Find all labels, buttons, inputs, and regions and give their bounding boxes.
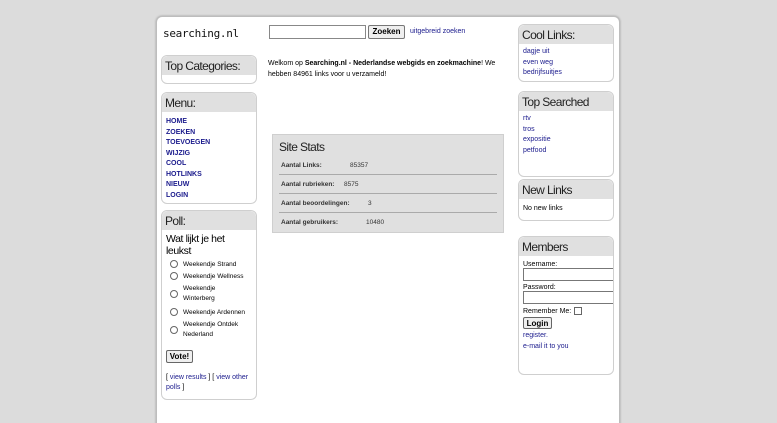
poll-option[interactable]: Weekendje Ontdek Nederland bbox=[162, 320, 256, 340]
members-links: register. e-mail it to you bbox=[519, 329, 613, 355]
cool-link[interactable]: dagje uit bbox=[523, 47, 609, 58]
stat-value: 10480 bbox=[366, 219, 385, 226]
poll-option-label: Weekendje Ontdek Nederland bbox=[183, 321, 239, 338]
members-box: Members Username: Password: Remember Me:… bbox=[518, 236, 614, 375]
remember-me-row: Remember Me: bbox=[519, 304, 613, 315]
radio-button[interactable] bbox=[170, 326, 178, 334]
menu-box: Menu: HOME ZOEKEN TOEVOEGEN WIJZIG COOL … bbox=[161, 92, 257, 204]
top-categories-title: Top Categories: bbox=[162, 56, 256, 75]
username-label: Username: bbox=[523, 261, 558, 268]
register-link[interactable]: register. bbox=[523, 331, 609, 342]
stat-value: 8575 bbox=[344, 181, 359, 188]
password-label: Password: bbox=[523, 284, 556, 291]
poll-option[interactable]: Weekendje Ardennen bbox=[162, 308, 256, 316]
remember-me-checkbox[interactable] bbox=[574, 307, 583, 315]
search-input[interactable] bbox=[269, 25, 366, 39]
stat-row: Aantal beoordelingen: 3 bbox=[279, 194, 497, 213]
top-searched-list: rtv tros expositie petfood bbox=[519, 111, 613, 159]
poll-title: Poll: bbox=[162, 211, 256, 230]
poll-question: Wat lijkt je het leukst bbox=[166, 233, 225, 257]
page-container: searching.nl Zoeken uitgebreid zoeken We… bbox=[156, 16, 620, 423]
stat-label: Aantal beoordelingen: bbox=[281, 200, 350, 207]
members-title: Members bbox=[519, 237, 613, 256]
cool-link[interactable]: bedrijfsuitjes bbox=[523, 68, 609, 79]
stat-value: 3 bbox=[368, 200, 372, 207]
top-categories-box: Top Categories: bbox=[161, 55, 257, 84]
poll-option-label: Weekendje Winterberg bbox=[183, 285, 216, 302]
stat-row: Aantal Links: 85357 bbox=[279, 156, 497, 175]
site-logo[interactable]: searching.nl bbox=[163, 27, 239, 40]
menu-item-zoeken[interactable]: ZOEKEN bbox=[166, 128, 252, 139]
poll-option[interactable]: Weekendje Wellness bbox=[162, 272, 256, 280]
stat-row: Aantal rubrieken: 8575 bbox=[279, 175, 497, 194]
poll-option-label: Weekendje Strand bbox=[183, 260, 237, 268]
menu-item-cool[interactable]: COOL bbox=[166, 159, 252, 170]
stat-label: Aantal Links: bbox=[281, 162, 322, 169]
site-stats-panel: Site Stats Aantal Links: 85357 Aantal ru… bbox=[272, 134, 504, 233]
stat-label: Aantal rubrieken: bbox=[281, 181, 335, 188]
top-searched-box: Top Searched rtv tros expositie petfood bbox=[518, 91, 614, 177]
username-field[interactable] bbox=[523, 268, 613, 281]
new-links-box: New Links No new links bbox=[518, 179, 614, 221]
new-links-text: No new links bbox=[523, 205, 563, 212]
vote-button[interactable]: Vote! bbox=[166, 350, 193, 363]
top-searched-link[interactable]: rtv bbox=[523, 114, 609, 125]
stat-label: Aantal gebruikers: bbox=[281, 219, 339, 226]
menu-list: HOME ZOEKEN TOEVOEGEN WIJZIG COOL HOTLIN… bbox=[162, 112, 256, 203]
menu-item-toevoegen[interactable]: TOEVOEGEN bbox=[166, 138, 252, 149]
welcome-text: Welkom op Searching.nl - Nederlandse web… bbox=[268, 58, 518, 80]
poll-option[interactable]: Weekendje Strand bbox=[162, 260, 256, 268]
poll-option-label: Weekendje Wellness bbox=[183, 272, 244, 280]
poll-box: Poll: Wat lijkt je het leukst Weekendje … bbox=[161, 210, 257, 400]
top-searched-title: Top Searched bbox=[519, 92, 613, 111]
radio-button[interactable] bbox=[170, 308, 178, 316]
poll-links: [ view results ] [ view other polls ] bbox=[166, 374, 249, 391]
password-field[interactable] bbox=[523, 291, 613, 304]
radio-button[interactable] bbox=[170, 290, 178, 298]
top-searched-link[interactable]: tros bbox=[523, 125, 609, 136]
cool-links-box: Cool Links: dagje uit even weg bedrijfsu… bbox=[518, 24, 614, 82]
top-searched-link[interactable]: expositie bbox=[523, 135, 609, 146]
site-stats-title: Site Stats bbox=[279, 140, 325, 154]
welcome-prefix: Welkom op bbox=[268, 60, 305, 67]
poll-option[interactable]: Weekendje Winterberg bbox=[162, 284, 242, 304]
menu-item-login[interactable]: LOGIN bbox=[166, 191, 252, 202]
menu-item-wijzig[interactable]: WIJZIG bbox=[166, 149, 252, 160]
view-results-link[interactable]: view results bbox=[170, 374, 207, 381]
new-links-title: New Links bbox=[519, 180, 613, 199]
remember-me-label: Remember Me: bbox=[523, 307, 572, 315]
menu-item-nieuw[interactable]: NIEUW bbox=[166, 180, 252, 191]
poll-option-label: Weekendje Ardennen bbox=[183, 308, 246, 316]
welcome-site-name: Searching.nl - Nederlandse webgids en zo… bbox=[304, 60, 482, 67]
login-button[interactable]: Login bbox=[523, 317, 552, 329]
top-searched-link[interactable]: petfood bbox=[523, 146, 609, 157]
cool-links-title: Cool Links: bbox=[519, 25, 613, 44]
stat-row: Aantal gebruikers: 10480 bbox=[279, 213, 497, 232]
cool-links-list: dagje uit even weg bedrijfsuitjes bbox=[519, 44, 613, 81]
search-button[interactable]: Zoeken bbox=[368, 25, 405, 39]
radio-button[interactable] bbox=[170, 260, 178, 268]
menu-item-hotlinks[interactable]: HOTLINKS bbox=[166, 170, 252, 181]
menu-title: Menu: bbox=[162, 93, 256, 112]
cool-link[interactable]: even weg bbox=[523, 58, 609, 69]
advanced-search-link[interactable]: uitgebreid zoeken bbox=[410, 28, 465, 35]
menu-item-home[interactable]: HOME bbox=[166, 117, 252, 128]
email-link[interactable]: e-mail it to you bbox=[523, 342, 609, 353]
stat-value: 85357 bbox=[350, 162, 369, 169]
radio-button[interactable] bbox=[170, 272, 178, 280]
